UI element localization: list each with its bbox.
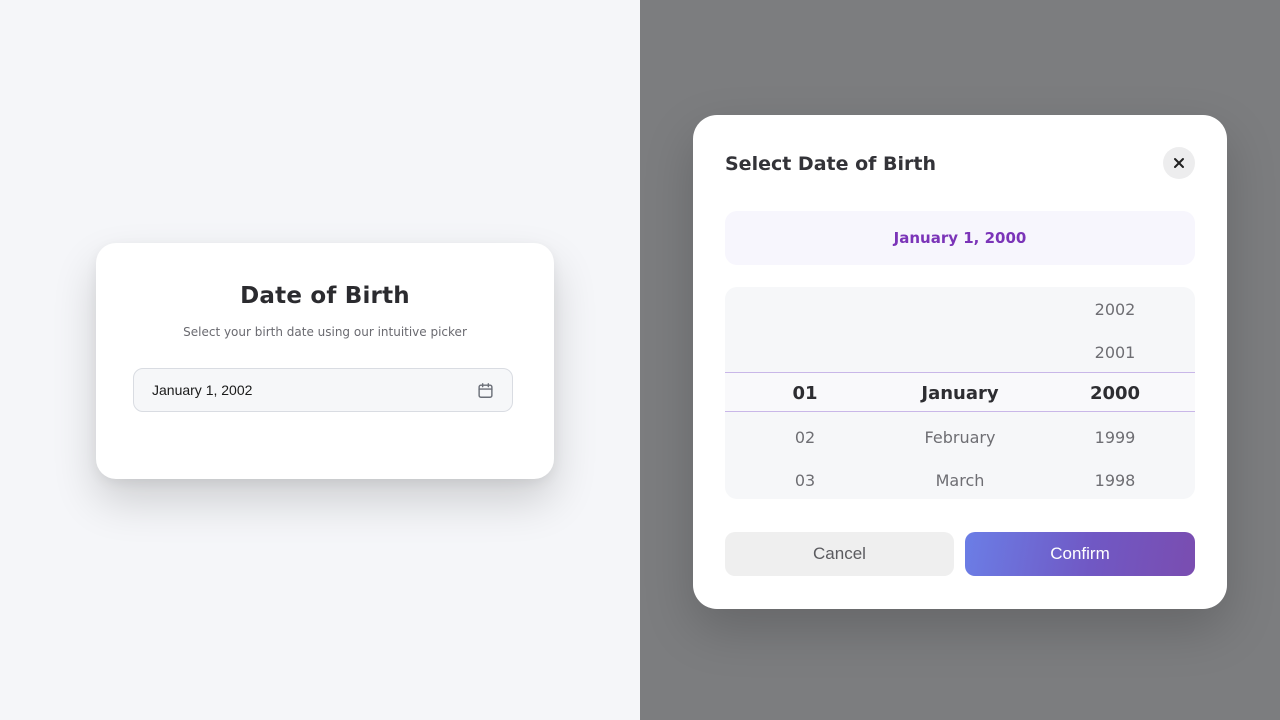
year-option[interactable]: 2002 [1037, 289, 1193, 329]
month-option-selected[interactable]: January [882, 373, 1038, 413]
selected-date-display: January 1, 2000 [725, 211, 1195, 265]
day-option[interactable]: 03 [727, 460, 883, 499]
calendar-icon[interactable] [476, 381, 494, 399]
main-page: Date of Birth Select your birth date usi… [0, 0, 640, 720]
year-option[interactable]: 2001 [1037, 332, 1193, 372]
year-option[interactable]: 1999 [1037, 417, 1193, 457]
close-icon [1174, 158, 1184, 168]
month-column[interactable]: January February March [882, 287, 1038, 499]
day-option[interactable]: 02 [727, 417, 883, 457]
confirm-button[interactable]: Confirm [965, 532, 1195, 576]
day-option[interactable] [727, 332, 883, 372]
year-option-selected[interactable]: 2000 [1037, 373, 1193, 413]
close-button[interactable] [1163, 147, 1195, 179]
date-wheel-picker[interactable]: 01 02 03 January February March 2002 200… [725, 287, 1195, 499]
year-column[interactable]: 2002 2001 2000 1999 1998 [1037, 287, 1193, 499]
page: Date of Birth Select your birth date usi… [0, 0, 1280, 720]
day-option[interactable] [727, 289, 883, 329]
date-picker-modal: Select Date of Birth January 1, 2000 01 … [693, 115, 1227, 609]
modal-title: Select Date of Birth [725, 153, 937, 175]
date-of-birth-input[interactable]: January 1, 2002 [133, 368, 513, 412]
month-option[interactable]: March [882, 460, 1038, 499]
month-option[interactable] [882, 289, 1038, 329]
month-option[interactable] [882, 332, 1038, 372]
date-of-birth-card: Date of Birth Select your birth date usi… [96, 243, 554, 479]
day-column[interactable]: 01 02 03 [727, 287, 883, 499]
card-title: Date of Birth [240, 283, 410, 309]
month-option[interactable]: February [882, 417, 1038, 457]
cancel-button[interactable]: Cancel [725, 532, 954, 576]
card-subtitle: Select your birth date using our intuiti… [183, 325, 467, 339]
day-option-selected[interactable]: 01 [727, 373, 883, 413]
modal-overlay[interactable]: Select Date of Birth January 1, 2000 01 … [640, 0, 1280, 720]
year-option[interactable]: 1998 [1037, 460, 1193, 499]
date-of-birth-value: January 1, 2002 [152, 382, 253, 398]
